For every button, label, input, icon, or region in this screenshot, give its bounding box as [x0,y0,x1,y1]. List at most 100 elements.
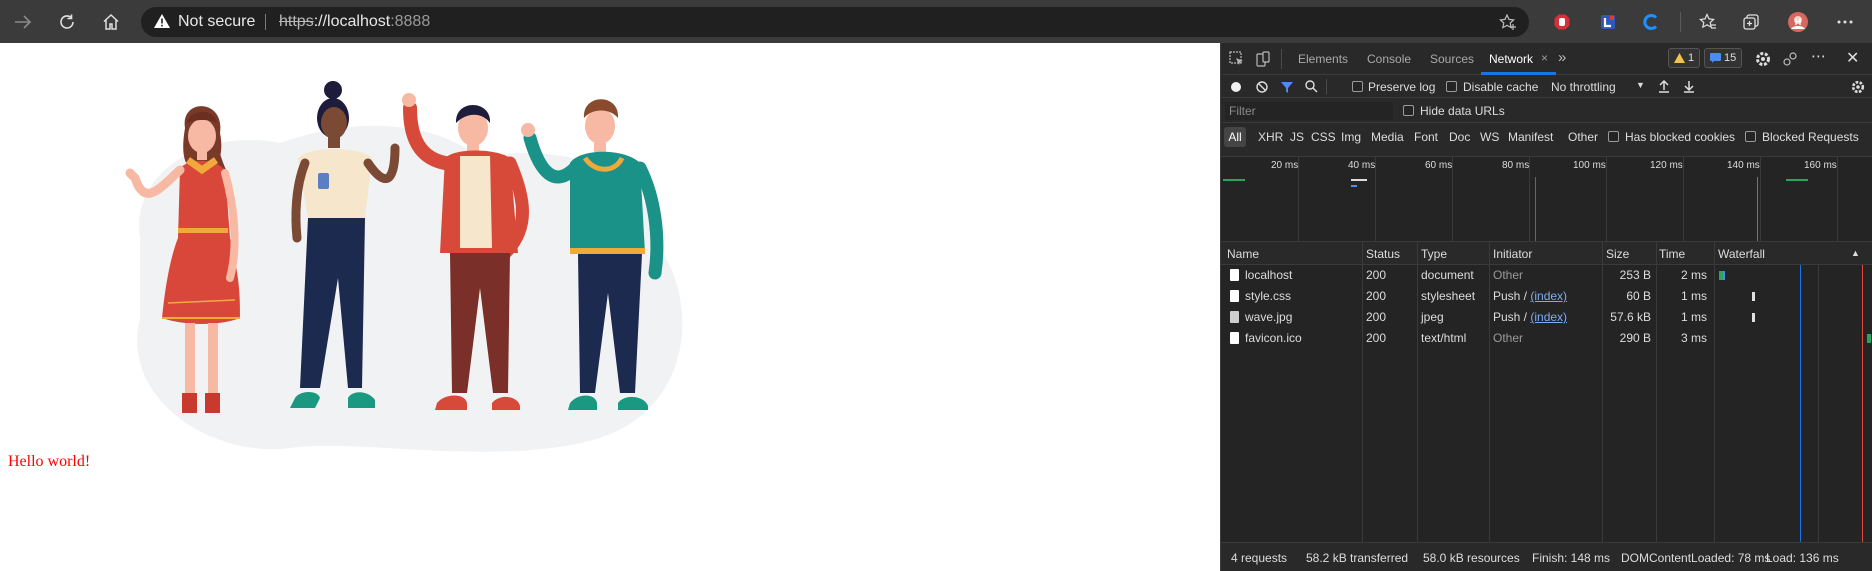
tab-sources[interactable]: Sources [1430,52,1474,66]
has-blocked-cookies-checkbox[interactable] [1608,131,1619,142]
column-header-status[interactable]: Status [1366,247,1400,261]
request-status: 200 [1366,289,1387,303]
tick-label: 100 ms [1573,160,1606,171]
request-time: 2 ms [1680,268,1707,282]
waterfall-bar [1867,334,1871,343]
type-filter-font[interactable]: Font [1414,130,1438,144]
messages-badge[interactable]: 15 [1704,48,1743,68]
request-name[interactable]: wave.jpg [1245,310,1292,324]
devtools-panel: Elements Console Sources Network × » 1 1… [1220,43,1872,571]
connected-devices-icon[interactable] [1782,51,1798,67]
throttling-select[interactable]: No throttling [1551,80,1616,94]
initiator-link[interactable]: (index) [1530,310,1567,324]
warning-icon [154,14,170,28]
extension-privacy-button[interactable] [1593,7,1623,37]
type-filter-img[interactable]: Img [1341,130,1361,144]
url-port: :8888 [390,13,431,30]
home-button[interactable] [96,7,126,37]
add-favorite-icon[interactable] [1499,14,1517,30]
requests-table: Name Status Type Initiator Size Time Wat… [1221,242,1872,542]
favorites-button[interactable] [1693,7,1723,37]
filter-icon[interactable] [1281,81,1293,93]
extension-adblock-button[interactable] [1547,7,1577,37]
type-filter-all[interactable]: All [1224,127,1246,147]
warnings-badge[interactable]: 1 [1668,48,1701,68]
overview-bar-style [1351,179,1367,181]
shield-icon [1601,15,1615,29]
status-load: Load: 136 ms [1766,551,1839,565]
close-devtools-icon[interactable]: ✕ [1846,48,1859,68]
device-emulation-icon[interactable] [1255,51,1271,67]
request-name[interactable]: style.css [1245,289,1291,303]
more-tabs-icon[interactable]: » [1558,49,1566,66]
tab-divider [1281,49,1282,69]
close-tab-icon[interactable]: × [1541,51,1548,65]
type-filter-manifest[interactable]: Manifest [1508,130,1553,144]
hello-world-text: Hello world! [8,453,91,470]
c-logo-icon [1643,14,1658,30]
network-overview[interactable]: 20 ms 40 ms 60 ms 80 ms 100 ms 120 ms 14… [1221,157,1872,242]
resource-type-row: All XHR JS CSS Img Media Font Doc WS Man… [1221,123,1872,157]
dom-content-loaded-marker [1535,177,1536,241]
disable-cache-checkbox[interactable] [1446,81,1457,92]
settings-more-button[interactable] [1830,7,1860,37]
devtools-tab-bar: Elements Console Sources Network × » 1 1… [1221,43,1872,75]
type-filter-xhr[interactable]: XHR [1258,130,1283,144]
status-finish: Finish: 148 ms [1532,551,1611,565]
toolbar-divider [1326,79,1327,94]
collections-button[interactable] [1736,7,1766,37]
table-row[interactable]: style.css 200 stylesheet Push / (index) … [1221,286,1872,307]
security-status-text[interactable]: Not secure [178,13,255,31]
request-name[interactable]: favicon.ico [1245,331,1302,345]
request-type: text/html [1421,331,1467,345]
request-name[interactable]: localhost [1245,268,1292,282]
type-filter-doc[interactable]: Doc [1449,130,1470,144]
waterfall-bar [1752,292,1755,301]
column-header-waterfall[interactable]: Waterfall [1718,247,1765,261]
column-header-size[interactable]: Size [1606,247,1629,261]
type-filter-other[interactable]: Other [1568,130,1598,144]
filter-input[interactable]: Filter [1225,102,1393,120]
request-type: jpeg [1421,310,1444,324]
hide-data-urls-checkbox[interactable] [1403,105,1414,116]
network-settings-icon[interactable] [1851,80,1865,94]
table-row[interactable]: localhost 200 document Other 253 B 2 ms [1221,265,1872,286]
record-icon[interactable] [1230,81,1242,93]
more-options-icon[interactable]: ⋯ [1811,47,1827,65]
search-icon[interactable] [1305,80,1318,93]
type-filter-js[interactable]: JS [1290,130,1304,144]
blocked-requests-checkbox[interactable] [1745,131,1756,142]
avatar: H [1788,12,1808,32]
tab-console[interactable]: Console [1367,52,1411,66]
url-text[interactable]: https://localhost:8888 [279,13,430,31]
tick-line [1760,157,1761,241]
type-filter-media[interactable]: Media [1371,130,1404,144]
type-filter-css[interactable]: CSS [1311,130,1336,144]
column-header-initiator[interactable]: Initiator [1493,247,1532,261]
download-icon[interactable] [1683,80,1695,93]
column-header-type[interactable]: Type [1421,247,1447,261]
tab-elements[interactable]: Elements [1298,52,1348,66]
request-size: 60 B [1626,289,1651,303]
disable-cache-label: Disable cache [1463,80,1539,94]
extension-c-button[interactable] [1636,7,1666,37]
table-row[interactable]: favicon.ico 200 text/html Other 290 B 3 … [1221,328,1872,349]
tab-network[interactable]: Network [1489,52,1533,66]
address-bar[interactable]: Not secure https://localhost:8888 [141,7,1529,37]
table-row[interactable]: wave.jpg 200 jpeg Push / (index) 57.6 kB… [1221,307,1872,328]
upload-icon[interactable] [1658,80,1670,93]
refresh-button[interactable] [52,7,82,37]
inspect-element-icon[interactable] [1229,51,1245,67]
type-filter-ws[interactable]: WS [1480,130,1499,144]
profile-button[interactable]: H [1783,7,1813,37]
column-header-name[interactable]: Name [1227,247,1259,261]
request-type: stylesheet [1421,289,1476,303]
request-status: 200 [1366,331,1387,345]
initiator-link[interactable]: (index) [1530,289,1567,303]
clear-icon[interactable] [1256,81,1268,93]
back-button[interactable] [8,7,38,37]
sort-ascending-icon[interactable]: ▲ [1851,248,1860,258]
column-header-time[interactable]: Time [1659,247,1685,261]
preserve-log-checkbox[interactable] [1352,81,1363,92]
gear-icon[interactable] [1755,51,1771,67]
